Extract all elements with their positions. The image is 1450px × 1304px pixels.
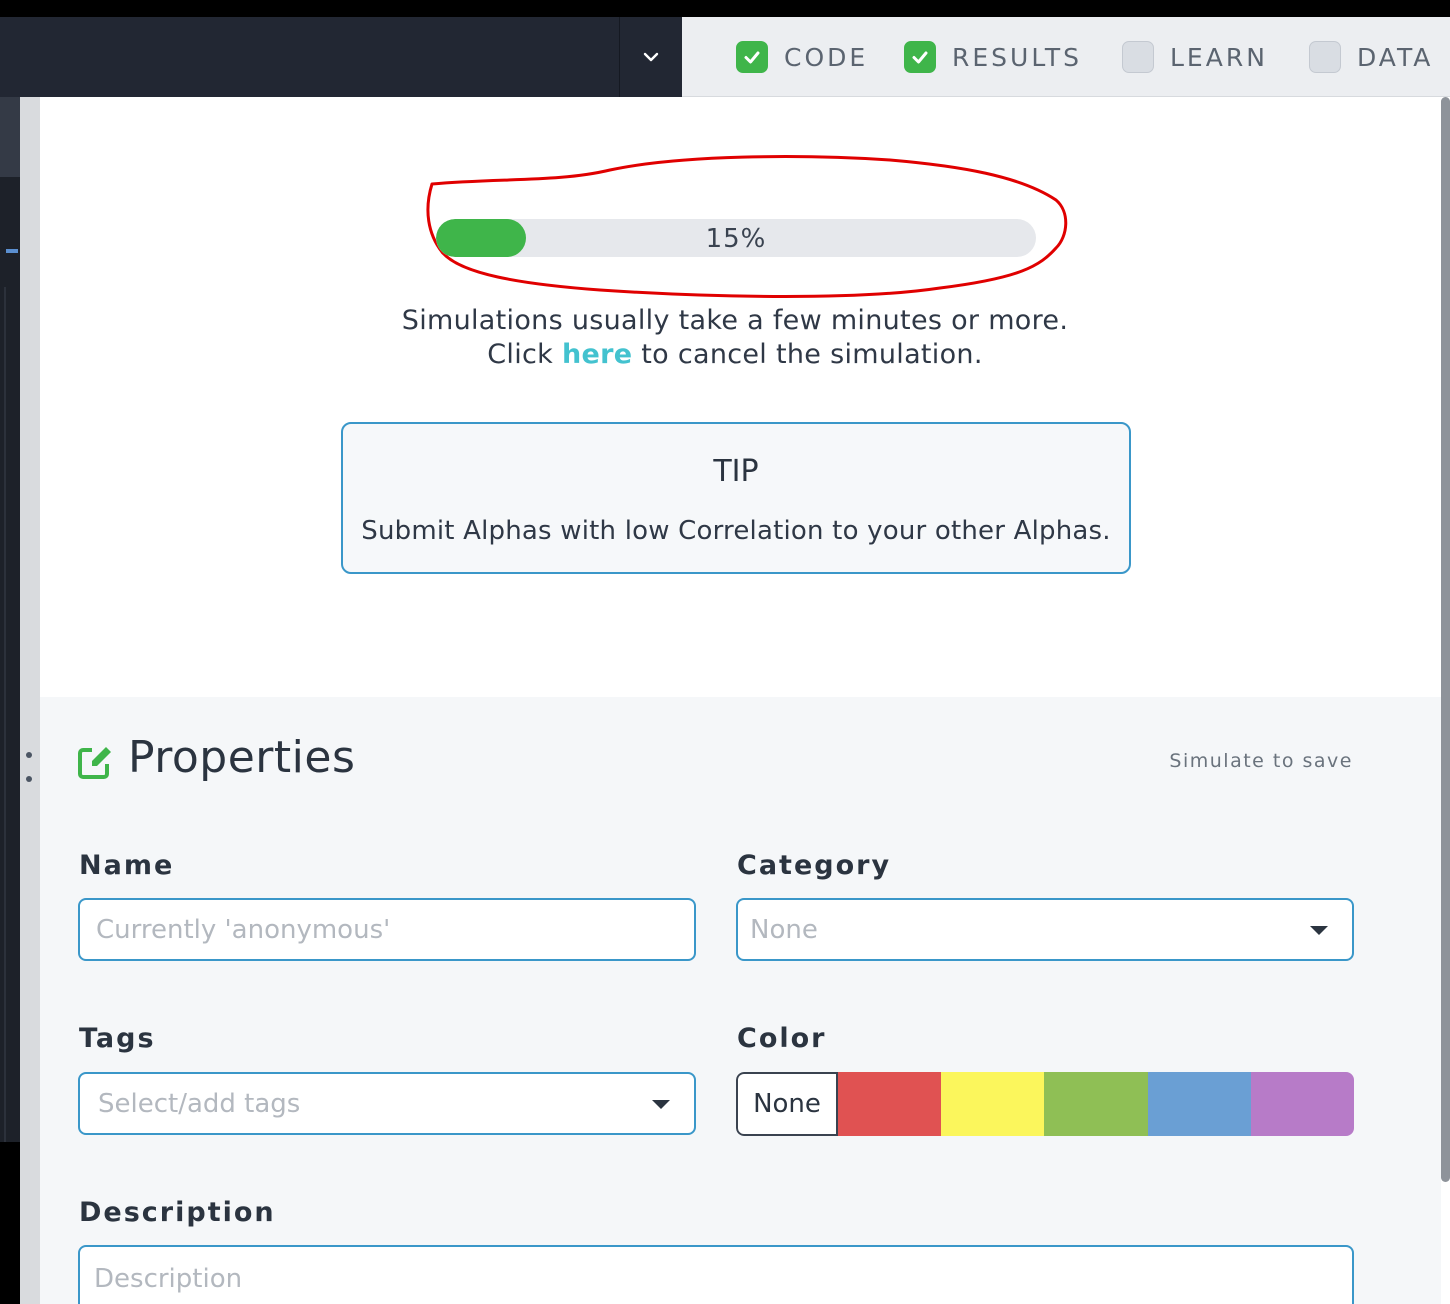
color-label: Color: [737, 1023, 827, 1054]
tab-label: CODE: [784, 42, 869, 72]
color-swatch-3[interactable]: [1044, 1072, 1148, 1136]
category-label: Category: [737, 850, 892, 881]
color-swatch-2[interactable]: [941, 1072, 1045, 1136]
color-swatch-1[interactable]: [838, 1072, 942, 1136]
editor-edge-highlight: [0, 97, 20, 177]
chevron-down-icon: [643, 52, 659, 62]
tab-label: DATA: [1357, 42, 1434, 72]
tip-body: Submit Alphas with low Correlation to yo…: [361, 516, 1111, 546]
name-input[interactable]: [96, 900, 680, 959]
cancel-simulation-link[interactable]: here: [562, 339, 632, 370]
view-toggle-bar: CODE RESULTS LEARN DATA: [682, 17, 1450, 97]
checkbox-checked-icon[interactable]: [736, 41, 768, 73]
tip-title: TIP: [713, 454, 759, 489]
tags-label: Tags: [79, 1023, 156, 1054]
color-swatch-5[interactable]: [1250, 1072, 1354, 1136]
tags-select[interactable]: Select/add tags: [78, 1072, 696, 1135]
tab-label: RESULTS: [952, 42, 1082, 72]
category-select[interactable]: None: [736, 898, 1354, 961]
caret-down-icon: [652, 1100, 670, 1109]
simulation-duration-note: Simulations usually take a few minutes o…: [401, 305, 1069, 336]
panel-splitter[interactable]: [20, 97, 40, 1304]
properties-title: Properties: [128, 732, 356, 783]
editor-edge-line: [4, 287, 6, 1142]
tab-data[interactable]: DATA: [1309, 39, 1433, 75]
simulation-status-panel: [40, 97, 1441, 697]
color-swatch-4[interactable]: [1147, 1072, 1251, 1136]
edit-icon: [78, 744, 114, 779]
tip-card: TIP Submit Alphas with low Correlation t…: [341, 422, 1131, 574]
description-label: Description: [79, 1197, 276, 1228]
cancel-simulation-line: Click here to cancel the simulation.: [300, 339, 1170, 370]
save-status: Simulate to save: [1169, 750, 1353, 772]
simulation-progress-bar: 15%: [436, 219, 1036, 257]
color-picker: None: [736, 1072, 1354, 1136]
category-value: None: [750, 915, 818, 945]
editor-header-bar: [0, 17, 682, 97]
cancel-prefix: Click: [487, 339, 554, 370]
checkbox-checked-icon[interactable]: [904, 41, 936, 73]
name-label: Name: [79, 850, 175, 881]
name-field[interactable]: [78, 898, 696, 961]
caret-down-icon: [1310, 926, 1328, 935]
splitter-drag-handle-icon[interactable]: [24, 752, 34, 782]
tags-placeholder: Select/add tags: [98, 1089, 301, 1119]
editor-edge-lower: [0, 1142, 20, 1304]
scrollbar-thumb[interactable]: [1441, 97, 1450, 1182]
checkbox-unchecked-icon[interactable]: [1122, 41, 1154, 73]
progress-percent: 15%: [705, 224, 767, 254]
description-input[interactable]: [94, 1257, 1336, 1301]
panel-dropdown-button[interactable]: [619, 17, 682, 97]
color-option-none[interactable]: None: [736, 1072, 838, 1136]
tab-label: LEARN: [1170, 42, 1268, 72]
tab-results[interactable]: RESULTS: [904, 39, 1082, 75]
left-editor-edge: [0, 97, 20, 1304]
tab-code[interactable]: CODE: [736, 39, 868, 75]
checkbox-unchecked-icon[interactable]: [1309, 41, 1341, 73]
editor-edge-accent: [6, 249, 18, 253]
tab-learn[interactable]: LEARN: [1122, 39, 1268, 75]
cancel-suffix: to cancel the simulation.: [641, 339, 983, 370]
description-field[interactable]: [78, 1245, 1354, 1304]
top-black-strip: [0, 0, 1450, 17]
